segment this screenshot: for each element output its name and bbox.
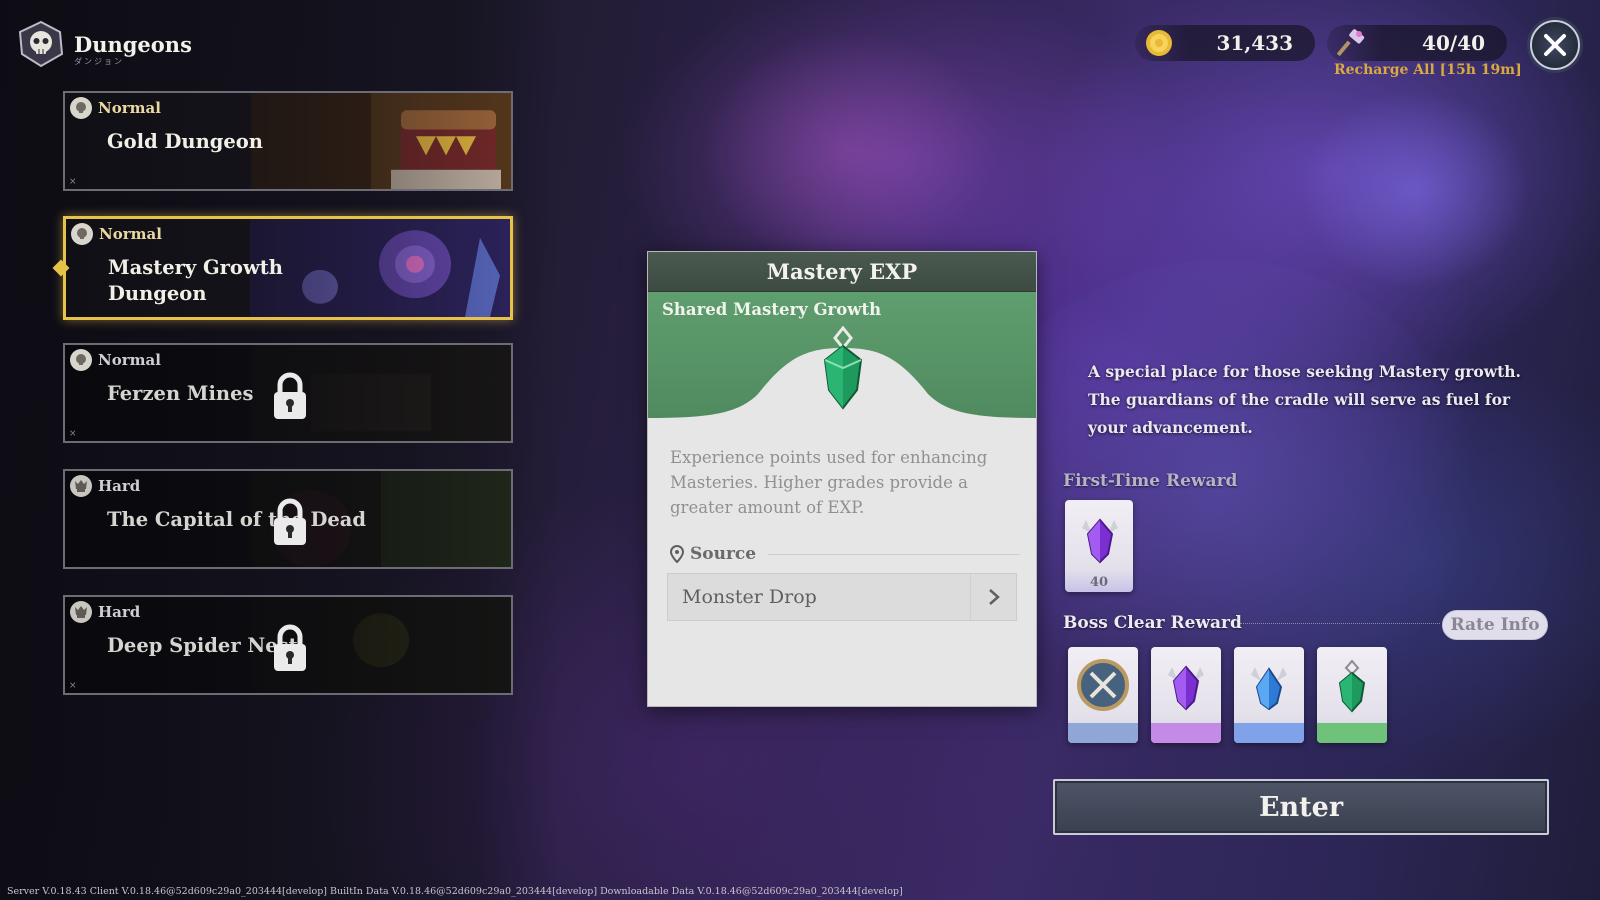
difficulty-label: Normal <box>98 99 161 117</box>
source-section: Source <box>670 544 1020 564</box>
close-button[interactable] <box>1530 20 1580 70</box>
dungeon-name: Gold Dungeon <box>107 130 263 153</box>
gold-amount: 31,433 <box>1216 31 1293 55</box>
boss-reward-item[interactable] <box>1317 647 1387 743</box>
lock-icon <box>274 372 306 419</box>
version-footer: Server V.0.18.43 Client V.0.18.46@52d609… <box>7 886 903 897</box>
normal-difficulty-icon <box>70 97 92 119</box>
popup-subtitle: Shared Mastery Growth <box>662 300 882 319</box>
dungeon-description: A special place for those seeking Master… <box>1088 362 1521 437</box>
hard-difficulty-icon <box>70 601 92 623</box>
rate-info-button[interactable]: Rate Info <box>1442 610 1548 640</box>
dungeon-name: Deep Spider Nest <box>107 634 298 657</box>
normal-difficulty-icon <box>70 349 92 371</box>
popup-title: Mastery EXP <box>648 252 1036 292</box>
dungeon-card-capital-of-the-dead[interactable]: Hard The Capital of the Dead <box>63 469 513 569</box>
lock-icon <box>274 498 306 545</box>
rarity-strip <box>1151 723 1221 743</box>
rarity-strip <box>1068 723 1138 743</box>
dungeon-card-deep-spider-nest[interactable]: Hard Deep Spider Nest × <box>63 595 513 695</box>
page-title: Dungeons <box>74 31 192 57</box>
boss-clear-reward-title: Boss Clear Reward <box>1063 613 1242 633</box>
card-corner-mark: × <box>69 429 77 439</box>
mastery-gem-icon <box>823 326 863 410</box>
stamina-amount: 40/40 <box>1422 31 1485 55</box>
recharge-all-link[interactable]: Recharge All [15h 19m] <box>1334 62 1522 78</box>
dungeon-skull-icon <box>18 20 64 68</box>
boss-reward-item[interactable] <box>1151 647 1221 743</box>
crossed-swords-emblem-icon <box>1077 659 1129 711</box>
difficulty-label: Normal <box>99 225 162 243</box>
dungeon-card-mastery-growth[interactable]: Normal Mastery Growth Dungeon <box>63 216 513 320</box>
boss-reward-item[interactable] <box>1234 647 1304 743</box>
card-corner-mark: × <box>69 681 77 691</box>
rarity-strip <box>1317 723 1387 743</box>
dungeon-name: Mastery Growth Dungeon <box>108 255 283 307</box>
source-value: Monster Drop <box>682 586 817 608</box>
source-monster-drop-button[interactable]: Monster Drop <box>667 573 1017 621</box>
stamina-currency[interactable]: 40/40 <box>1327 25 1507 61</box>
source-label: Source <box>690 544 757 564</box>
normal-difficulty-icon <box>71 223 93 245</box>
gold-currency: 31,433 <box>1135 25 1315 61</box>
chevron-right-icon <box>970 574 1016 620</box>
dungeon-card-gold[interactable]: Normal Gold Dungeon × <box>63 91 513 191</box>
enter-button[interactable]: Enter <box>1053 779 1549 835</box>
first-time-reward-title: First-Time Reward <box>1063 471 1238 491</box>
page-header: Dungeons ダンジョン <box>16 20 192 68</box>
close-icon <box>1544 34 1566 56</box>
source-divider <box>768 553 1020 555</box>
stamina-hammer-icon <box>1337 29 1365 57</box>
gold-coin-icon <box>1146 30 1172 56</box>
page-subtitle: ダンジョン <box>74 57 124 66</box>
boss-reward-item[interactable] <box>1068 647 1138 743</box>
background-tentacle-glow <box>700 30 1000 270</box>
popup-item-hero: Shared Mastery Growth <box>648 292 1036 422</box>
lock-icon <box>274 624 306 671</box>
dungeon-name-line-2: Dungeon <box>108 282 207 305</box>
dungeon-card-ferzen-mines[interactable]: Normal Ferzen Mines × <box>63 343 513 443</box>
location-pin-icon <box>670 545 684 563</box>
first-time-reward-item[interactable]: 40 <box>1065 500 1133 592</box>
dungeon-name: The Capital of the Dead <box>107 508 367 531</box>
dungeon-name: Ferzen Mines <box>107 382 254 405</box>
popup-description: Experience points used for enhancing Mas… <box>670 448 988 517</box>
background-crystal-glow <box>1300 90 1530 290</box>
hard-difficulty-icon <box>70 475 92 497</box>
boss-reward-divider <box>1240 623 1440 624</box>
card-corner-mark: × <box>69 177 77 187</box>
difficulty-label: Hard <box>98 603 141 621</box>
difficulty-label: Normal <box>98 351 161 369</box>
purple-crystal-icon <box>1082 518 1118 564</box>
purple-crystal-icon <box>1168 665 1204 711</box>
reward-count: 40 <box>1089 575 1109 590</box>
difficulty-label: Hard <box>98 477 141 495</box>
dungeon-name-line-1: Mastery Growth <box>108 256 283 279</box>
mastery-gem-icon <box>1338 659 1366 713</box>
item-info-popup: Mastery EXP Shared Mastery Growth Experi… <box>647 251 1037 707</box>
blue-crystal-icon <box>1251 667 1287 711</box>
rarity-strip <box>1234 723 1304 743</box>
